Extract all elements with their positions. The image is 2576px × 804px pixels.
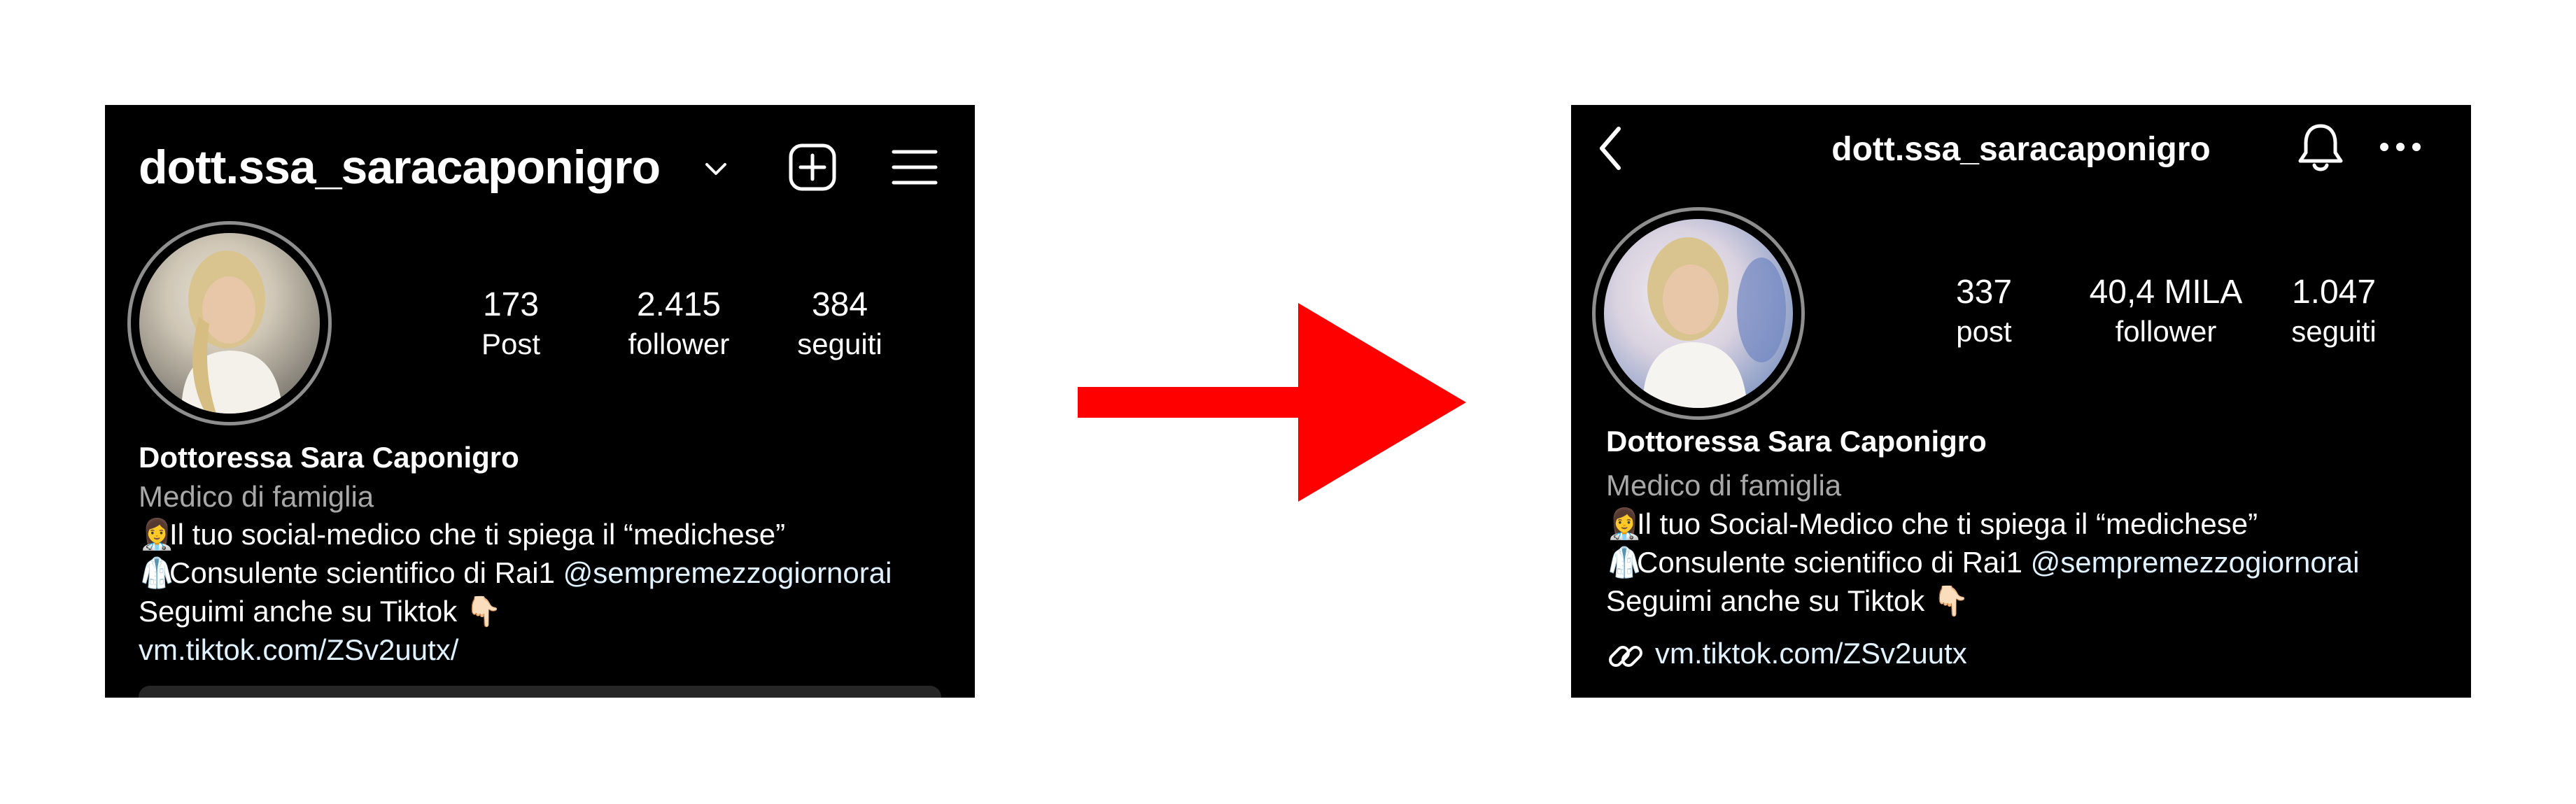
mention-link[interactable]: @sempremezzogiornorai (2031, 546, 2360, 579)
following-count[interactable]: 1.047 (2271, 273, 2397, 311)
bio-category: Medico di famiglia (139, 480, 374, 513)
following-label[interactable]: seguiti (777, 327, 903, 361)
mention-link[interactable]: @sempremezzogiornorai (563, 556, 892, 589)
bio-line-3: Seguimi anche su Tiktok 👇🏻 (139, 595, 502, 628)
more-options-icon[interactable] (2377, 140, 2423, 154)
following-label[interactable]: seguiti (2271, 315, 2397, 348)
add-post-icon[interactable] (788, 143, 837, 192)
bio-website-link[interactable]: vm.tiktok.com/ZSv2uutx (1655, 637, 1967, 670)
bio-line-2: 🥼Consulente scientifico di Rai1 @semprem… (1606, 546, 2360, 579)
username-title[interactable]: dott.ssa_saracaponigro (139, 140, 661, 195)
posts-count: 173 (482, 286, 540, 323)
health-worker-emoji: 👩‍⚕️ (139, 518, 176, 551)
profile-after-panel: dott.ssa_saracaponigro 337 post 40,4 MIL… (1571, 105, 2471, 698)
transition-arrow-icon (1078, 303, 1466, 502)
edit-profile-button[interactable] (139, 686, 941, 698)
followers-count[interactable]: 40,4 MILA (2061, 273, 2271, 311)
bio-website-link[interactable]: vm.tiktok.com/ZSv2uutx/ (139, 633, 458, 667)
posts-label: Post (481, 327, 541, 360)
avatar[interactable] (1592, 207, 1805, 420)
lab-coat-emoji: 🥼 (139, 556, 176, 589)
health-worker-emoji: 👩‍⚕️ (1606, 507, 1643, 540)
following-count[interactable]: 384 (777, 285, 903, 324)
pointing-down-emoji: 👇🏻 (1932, 584, 1970, 617)
profile-before-panel: dott.ssa_saracaponigro 173 Post 2.415 fo… (105, 105, 975, 698)
pointing-down-emoji: 👇🏻 (465, 595, 502, 628)
bio-line-3: Seguimi anche su Tiktok 👇🏻 (1606, 584, 1970, 617)
menu-icon[interactable] (892, 148, 938, 186)
profile-photo (139, 233, 320, 414)
profile-photo (1604, 219, 1793, 408)
bio-name: Dottoressa Sara Caponigro (1606, 425, 1987, 458)
bio-line-1: 👩‍⚕️Il tuo social-medico che ti spiega i… (139, 518, 786, 551)
bio-category: Medico di famiglia (1606, 469, 1842, 502)
posts-label: post (1956, 315, 2012, 348)
link-icon (1609, 646, 1642, 667)
followers-count[interactable]: 2.415 (595, 285, 763, 324)
bio-name: Dottoressa Sara Caponigro (139, 441, 519, 474)
followers-label[interactable]: follower (2061, 315, 2271, 348)
bio-line-1: 👩‍⚕️Il tuo Social-Medico che ti spiega i… (1606, 507, 2258, 540)
bio-line-2: 🥼Consulente scientifico di Rai1 @semprem… (139, 556, 892, 589)
bell-icon[interactable] (2296, 122, 2345, 174)
posts-count: 337 (1955, 274, 2013, 311)
chevron-down-icon[interactable] (704, 161, 728, 178)
avatar[interactable] (127, 221, 332, 425)
followers-label[interactable]: follower (595, 327, 763, 361)
lab-coat-emoji: 🥼 (1606, 546, 1643, 579)
